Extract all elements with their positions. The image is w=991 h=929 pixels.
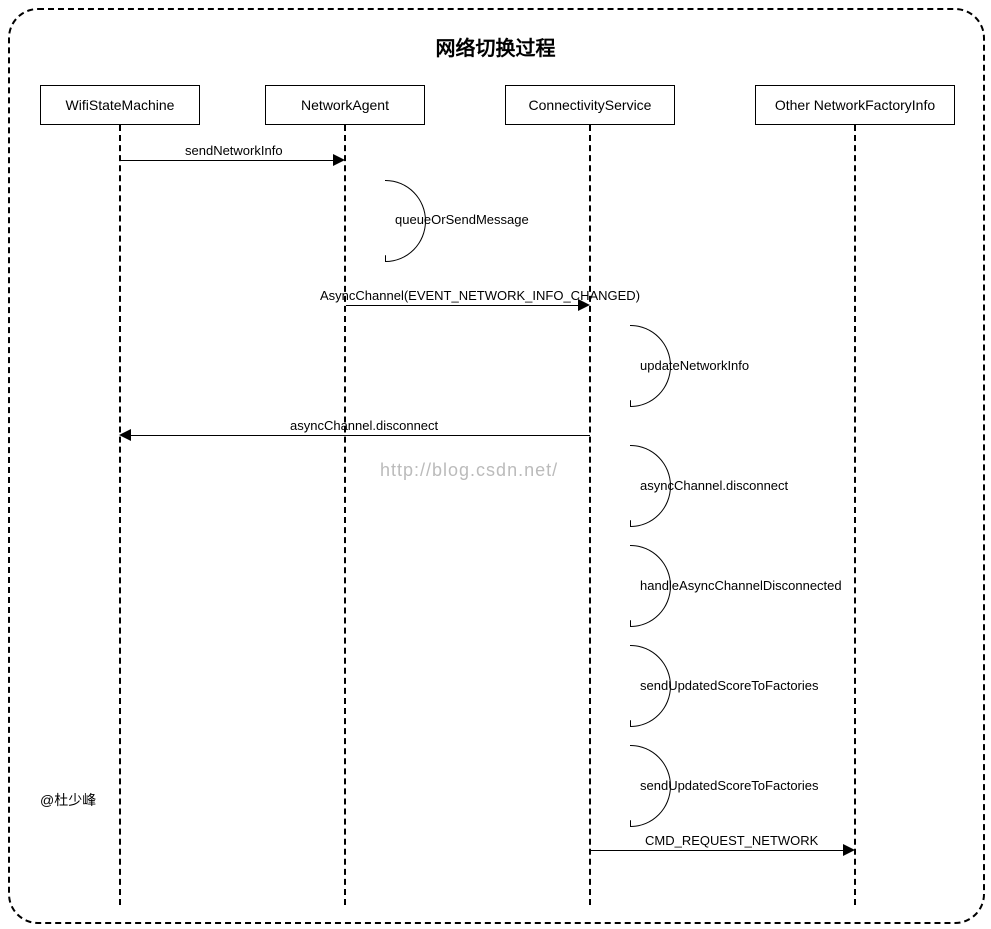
lifeline-networkagent — [344, 125, 346, 905]
label-cmdrequest: CMD_REQUEST_NETWORK — [645, 833, 818, 848]
arrowhead-cmdrequest — [843, 844, 855, 856]
diagram-canvas: 网络切换过程 WifiStateMachine NetworkAgent Con… — [0, 0, 991, 929]
author-signature: @杜少峰 — [40, 790, 96, 810]
label-asyncdisconnect: asyncChannel.disconnect — [640, 478, 788, 493]
arrow-asyncchannel — [346, 305, 578, 306]
diagram-title: 网络切换过程 — [0, 32, 991, 61]
label-sendscore2: sendUpdatedScoreToFactories — [640, 778, 819, 793]
arrow-cmdrequest — [591, 850, 843, 851]
arrowhead-sendnetworkinfo — [333, 154, 345, 166]
actor-networkagent: NetworkAgent — [265, 85, 425, 125]
arrowhead-asyncdisconnect-back — [119, 429, 131, 441]
watermark-text: http://blog.csdn.net/ — [380, 460, 558, 481]
label-updatenetworkinfo: updateNetworkInfo — [640, 358, 749, 373]
arrow-sendnetworkinfo — [120, 160, 333, 161]
label-asyncchannel: AsyncChannel(EVENT_NETWORK_INFO_CHANGED) — [320, 288, 640, 303]
lifeline-connectivityservice — [589, 125, 591, 905]
actor-networkfactoryinfo: Other NetworkFactoryInfo — [755, 85, 955, 125]
lifeline-wifistatemachine — [119, 125, 121, 905]
lifeline-networkfactoryinfo — [854, 125, 856, 905]
label-asyncdisconnect-back: asyncChannel.disconnect — [290, 418, 438, 433]
label-sendnetworkinfo: sendNetworkInfo — [185, 143, 283, 158]
actor-connectivityservice: ConnectivityService — [505, 85, 675, 125]
label-handleasync: handleAsyncChannelDisconnected — [640, 578, 842, 593]
arrow-asyncdisconnect-back — [131, 435, 590, 436]
label-sendscore1: sendUpdatedScoreToFactories — [640, 678, 819, 693]
label-queueorsendmessage: queueOrSendMessage — [395, 212, 529, 227]
actor-wifistatemachine: WifiStateMachine — [40, 85, 200, 125]
